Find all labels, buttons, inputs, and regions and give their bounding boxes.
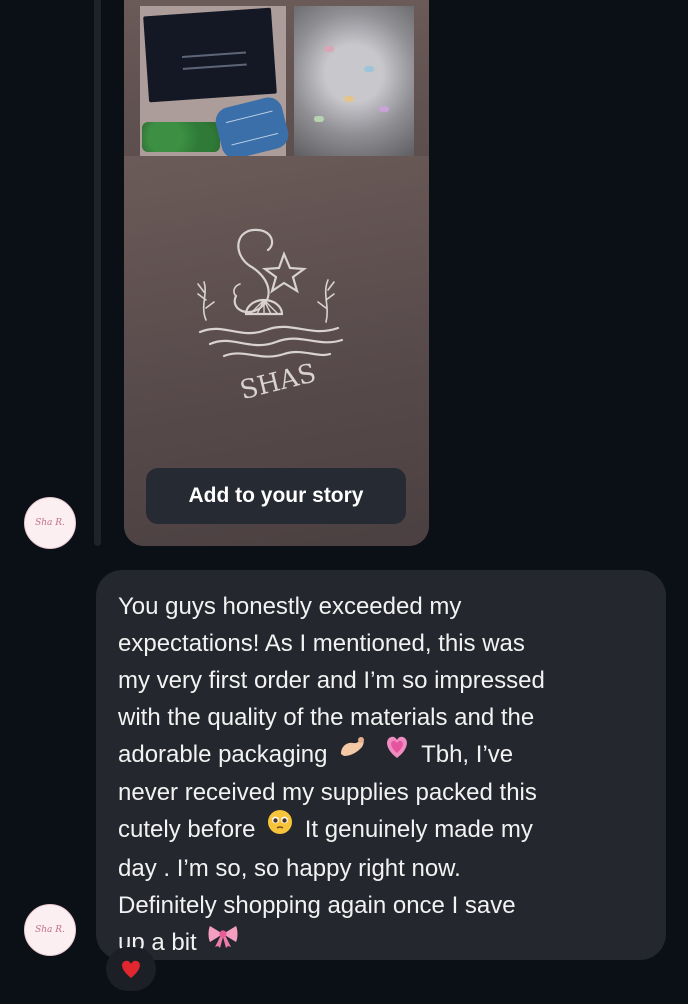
avatar[interactable]: Sha R. <box>24 904 76 956</box>
message-line: never received my supplies packed this <box>118 779 537 807</box>
avatar-label: Sha R. <box>35 924 65 935</box>
heart-reaction[interactable] <box>106 947 156 991</box>
reply-quote-bar <box>94 0 101 546</box>
message-bubble[interactable]: You guys honestly exceeded my expectatio… <box>96 570 666 960</box>
shas-logo: SHAS <box>197 228 344 404</box>
ribbon-emoji-icon <box>207 922 239 959</box>
message-line: with the quality of the materials and th… <box>118 704 535 731</box>
message-line: Tbh, I’ve <box>421 741 514 768</box>
message-line: expectations! As I mentioned, this was <box>118 630 525 657</box>
red-heart-icon <box>122 960 140 978</box>
packaging-photo <box>140 6 292 162</box>
pinching-hand-emoji-icon <box>338 734 368 771</box>
message-line: You guys honestly exceeded my <box>118 593 462 620</box>
thank-you-card <box>212 94 292 162</box>
black-box-lid <box>143 7 277 103</box>
shared-story-preview[interactable]: SHAS Add to your story <box>124 0 429 546</box>
message-line: cutely before <box>118 816 256 844</box>
avatar[interactable]: Sha R. <box>24 497 76 549</box>
green-shred-filler <box>142 122 220 152</box>
avatar-label: Sha R. <box>35 517 65 528</box>
logo-wordmark: SHAS <box>237 358 319 404</box>
message-text: You guys honestly exceeded my expectatio… <box>118 588 648 962</box>
supplies-photo <box>294 6 414 156</box>
growing-heart-emoji-icon <box>383 734 411 771</box>
message-line: my very first order and I’m so impressed <box>118 667 545 694</box>
message-line: day . I’m so, so happy right now. <box>118 855 461 883</box>
message-line: Definitely shopping again once I save <box>118 892 516 920</box>
message-line: adorable packaging <box>118 741 328 768</box>
add-to-story-button[interactable]: Add to your story <box>146 468 406 524</box>
message-line: It genuinely made my <box>304 816 533 844</box>
pleading-face-emoji-icon <box>266 808 294 847</box>
